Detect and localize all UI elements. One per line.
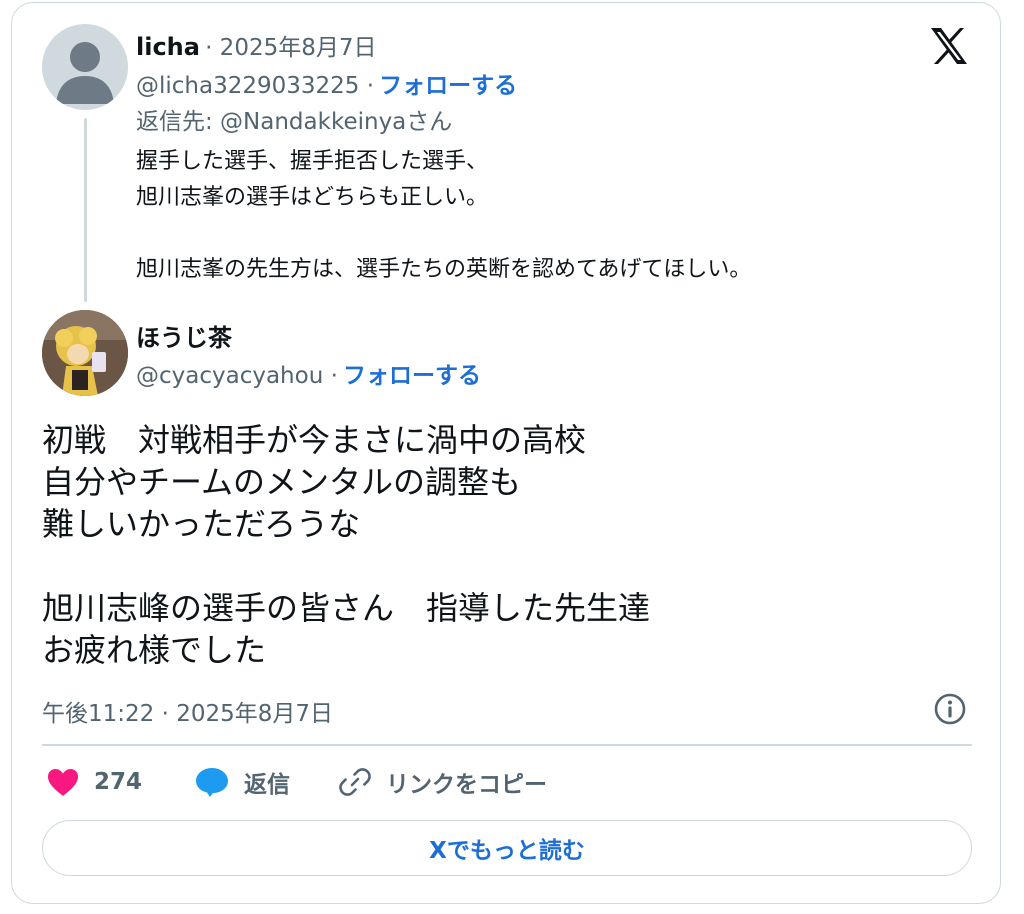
reply-line [136, 216, 751, 252]
main-tweet-body: 初戦 対戦相手が今まさに渦中の高校 自分やチームのメンタルの調整も 難しいかった… [42, 419, 650, 671]
main-handle[interactable]: @cyacyacyahou · [136, 363, 338, 389]
replying-to-text: 返信先: @Nandakkeinyaさん [136, 109, 453, 135]
reply-display-name[interactable]: licha [136, 33, 200, 61]
link-icon [339, 768, 371, 796]
reply-follow-button[interactable]: フォローする [379, 73, 517, 99]
reply-header: licha · 2025年8月7日 [136, 28, 376, 62]
reply-line: 旭川志峯の先生方は、選手たちの英断を認めてあげてほしい。 [136, 257, 752, 282]
copy-link-label: リンクをコピー [386, 772, 547, 798]
reply-line: 握手した選手、握手拒否した選手、 [136, 149, 489, 174]
tweet-line: 旭川志峰の選手の皆さん 指導した先生達 [42, 589, 651, 627]
like-button[interactable]: 274 [46, 764, 142, 800]
reply-line: 旭川志峯の選手はどちらも正しい。 [136, 185, 489, 210]
copy-link-button[interactable]: リンクをコピー [338, 764, 547, 800]
tweet-line: 初戦 対戦相手が今まさに渦中の高校 [42, 421, 587, 459]
read-more-label: Xでもっと読む [429, 838, 585, 864]
read-more-button[interactable]: Xでもっと読む [42, 820, 972, 876]
main-handle-row: @cyacyacyahou · フォローする [136, 356, 481, 390]
cartoon-avatar-icon[interactable] [42, 310, 128, 396]
reply-bubble-icon [196, 768, 228, 797]
reply-label: 返信 [244, 772, 290, 798]
heart-icon [48, 769, 78, 796]
main-follow-button[interactable]: フォローする [343, 363, 481, 389]
reply-date[interactable]: · 2025年8月7日 [205, 35, 376, 61]
tweet-line [42, 545, 650, 587]
reply-body: 握手した選手、握手拒否した選手、 旭川志峯の選手はどちらも正しい。 旭川志峯の先… [136, 144, 751, 288]
reply-handle-row: @licha3229033225 · フォローする [136, 66, 517, 100]
info-icon[interactable] [933, 692, 967, 726]
divider [42, 744, 972, 746]
main-display-name[interactable]: ほうじ茶 [136, 318, 232, 353]
thread-connector-line [84, 118, 87, 302]
reply-button[interactable]: 返信 [194, 764, 290, 800]
x-logo-icon[interactable] [928, 26, 970, 66]
tweet-timestamp[interactable]: 午後11:22 · 2025年8月7日 [42, 694, 333, 728]
tweet-line: お疲れ様でした [42, 631, 267, 669]
reply-handle[interactable]: @licha3229033225 · [136, 73, 374, 99]
default-avatar-icon[interactable] [42, 24, 128, 110]
tweet-line: 自分やチームのメンタルの調整も [42, 463, 522, 501]
like-count: 274 [94, 769, 143, 795]
tweet-line: 難しいかっただろうな [42, 505, 361, 543]
